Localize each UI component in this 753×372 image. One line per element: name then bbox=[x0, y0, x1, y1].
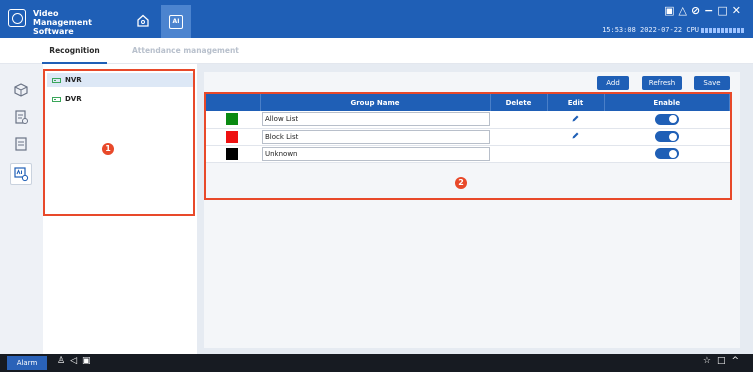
footer-bar: Alarm ♙◁▣ ☆□^ bbox=[0, 354, 753, 372]
screen-icon[interactable]: ▣ bbox=[664, 4, 678, 17]
pin-icon[interactable]: ☆ bbox=[703, 356, 717, 366]
app-logo-icon bbox=[8, 9, 26, 27]
tab-attendance-management[interactable]: Attendance management bbox=[132, 44, 239, 64]
list-icon[interactable] bbox=[10, 133, 32, 155]
screen-icon[interactable]: ▣ bbox=[82, 356, 96, 366]
home-button[interactable] bbox=[132, 10, 154, 30]
tab-bar: Recognition Attendance management bbox=[0, 38, 753, 64]
tab-recognition[interactable]: Recognition bbox=[42, 44, 107, 64]
face-record-icon[interactable] bbox=[10, 106, 32, 128]
chevron-up-icon[interactable]: ^ bbox=[731, 356, 745, 366]
user-icon[interactable]: △ bbox=[678, 4, 690, 17]
footer-left-icons: ♙◁▣ bbox=[57, 356, 96, 366]
settings-icon[interactable]: ⊘ bbox=[691, 4, 704, 17]
footer-right-icons: ☆□^ bbox=[703, 356, 745, 366]
save-button[interactable]: Save bbox=[694, 76, 730, 90]
window-controls: ▣△⊘−□✕ bbox=[664, 4, 745, 17]
maximize-icon[interactable]: □ bbox=[717, 4, 731, 17]
annotation-marker-2: 2 bbox=[455, 177, 467, 189]
person-icon[interactable]: ♙ bbox=[57, 356, 70, 366]
annotation-box-1 bbox=[43, 69, 195, 216]
ai-icon: AI bbox=[169, 14, 183, 29]
home-icon bbox=[137, 14, 149, 27]
add-button[interactable]: Add bbox=[597, 76, 629, 90]
volume-icon[interactable]: ◁ bbox=[70, 356, 82, 366]
refresh-button[interactable]: Refresh bbox=[642, 76, 682, 90]
ai-settings-icon[interactable] bbox=[10, 163, 32, 185]
alarm-button[interactable]: Alarm bbox=[7, 356, 47, 370]
annotation-marker-1: 1 bbox=[102, 143, 114, 155]
side-icon-column bbox=[0, 64, 43, 354]
window-icon[interactable]: □ bbox=[717, 356, 732, 366]
ai-module-button[interactable]: AI bbox=[161, 5, 191, 38]
app-title: Video Management Software bbox=[33, 9, 92, 36]
annotation-box-2 bbox=[204, 92, 732, 200]
status-time: 15:53:08 2022-07-22 CPU bbox=[602, 26, 699, 34]
title-bar: Video Management Software AI ▣△⊘−□✕ 15:5… bbox=[0, 0, 753, 38]
cpu-meter bbox=[701, 27, 745, 33]
face-library-icon[interactable] bbox=[10, 79, 32, 101]
status-line: 15:53:08 2022-07-22 CPU bbox=[602, 26, 745, 34]
close-icon[interactable]: ✕ bbox=[732, 4, 745, 17]
minimize-icon[interactable]: − bbox=[704, 4, 717, 17]
